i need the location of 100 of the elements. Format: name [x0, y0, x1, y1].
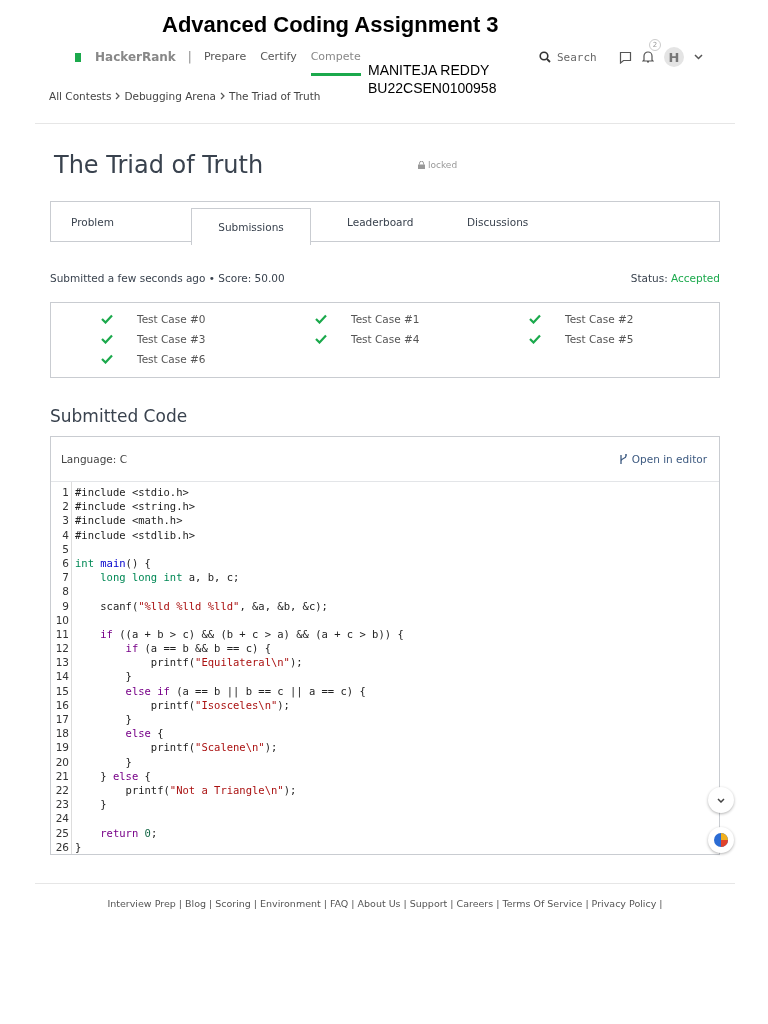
footer-separator: |: [496, 897, 500, 909]
nav-link[interactable]: Certify: [260, 38, 297, 76]
code-line: if ((a + b > c) && (b + c > a) && (a + c > b)) {: [99, 626, 404, 642]
line-number: 17: [55, 712, 70, 727]
language-label: Language: C: [61, 453, 128, 465]
chat-icon[interactable]: [619, 50, 632, 64]
nav-divider: |: [187, 50, 192, 64]
globe-icon: [713, 832, 729, 848]
footer-link[interactable]: Scoring: [215, 897, 251, 909]
test-case-label: Test Case #2: [565, 313, 634, 325]
search-icon: [539, 51, 551, 63]
line-number: 26: [55, 839, 70, 854]
code-line: }: [124, 712, 133, 727]
breadcrumb-link[interactable]: All Contests: [49, 90, 112, 102]
chevron-down-icon[interactable]: [694, 54, 703, 60]
line-number: 12: [55, 641, 70, 656]
code-line: return 0;: [99, 825, 159, 840]
check-icon: [529, 334, 541, 344]
check-icon: [101, 354, 113, 364]
code-line: printf("Not a Triangle\n");: [124, 782, 298, 798]
chevron-right-icon: [115, 92, 121, 100]
code-line: scanf("%lld %lld %lld", &a, &b, &c);: [99, 598, 329, 613]
footer-separator: |: [351, 897, 355, 909]
code-line: #include <stdlib.h>: [75, 527, 197, 542]
footer-link[interactable]: Support: [409, 897, 448, 909]
test-case-label: Test Case #3: [137, 333, 206, 345]
line-number: 15: [55, 683, 70, 698]
line-number: 23: [55, 797, 70, 812]
line-number: 14: [55, 669, 70, 684]
line-number: 5: [62, 541, 70, 556]
footer-separator: |: [209, 897, 213, 909]
line-number: 18: [55, 726, 70, 741]
chevron-down-icon: [717, 797, 725, 803]
document-title: Advanced Coding Assignment 3: [161, 11, 500, 38]
tab[interactable]: Submissions: [191, 208, 311, 245]
code-line: #include <stdio.h>: [75, 485, 190, 500]
breadcrumb-link[interactable]: Debugging Arena: [124, 90, 216, 102]
test-case-label: Test Case #4: [351, 333, 420, 345]
avatar[interactable]: H: [664, 47, 684, 67]
lock-label: locked: [428, 160, 458, 170]
line-number: 8: [62, 584, 70, 599]
scroll-button[interactable]: [708, 787, 734, 813]
check-icon: [101, 334, 113, 344]
nav-link[interactable]: Prepare: [203, 38, 247, 76]
line-number: 20: [55, 754, 70, 769]
code-line: #include <string.h>: [75, 499, 197, 514]
code-line: printf("Equilateral\n");: [149, 655, 304, 670]
line-number: 13: [55, 655, 70, 670]
code-line: else if (a == b || b == c || a == c) {: [124, 683, 367, 698]
section-heading: Submitted Code: [50, 406, 189, 426]
challenge-title: The Triad of Truth: [54, 151, 265, 179]
line-number: 4: [62, 527, 70, 542]
footer-link[interactable]: FAQ: [329, 897, 349, 909]
bell-icon[interactable]: [642, 49, 654, 63]
line-number: 25: [55, 825, 70, 840]
line-number: 19: [55, 740, 70, 755]
footer-link[interactable]: Careers: [456, 897, 494, 909]
footer-link[interactable]: About Us: [357, 897, 401, 909]
check-icon: [101, 314, 113, 324]
chevron-right-icon: [220, 92, 225, 100]
code-line: }: [124, 669, 133, 684]
footer-link[interactable]: Blog: [185, 897, 206, 909]
student-info: BU22CSEN0100958: [368, 79, 497, 97]
footer-link[interactable]: Interview Prep: [107, 897, 176, 909]
student-info: MANITEJA REDDY: [368, 61, 491, 79]
line-number: 22: [55, 782, 70, 798]
test-case-label: Test Case #0: [137, 313, 206, 325]
footer-separator: |: [403, 897, 407, 909]
assistant-button[interactable]: [708, 827, 734, 853]
test-case-label: Test Case #6: [137, 353, 206, 365]
line-number: 21: [55, 768, 70, 783]
footer-separator: |: [450, 897, 454, 909]
line-number: 7: [62, 570, 70, 585]
check-icon: [529, 314, 541, 324]
logo-icon: [75, 52, 81, 62]
nav-link[interactable]: Compete: [310, 38, 361, 76]
line-number: 16: [55, 697, 70, 712]
footer-link[interactable]: Environment: [260, 897, 321, 909]
open-editor-link[interactable]: Open in editor: [618, 453, 707, 465]
code-line: printf("Isosceles\n");: [149, 698, 291, 712]
line-number: 2: [62, 499, 70, 514]
code-line: else {: [124, 726, 165, 741]
footer-link[interactable]: Privacy Policy: [591, 897, 657, 909]
breadcrumb-link[interactable]: The Triad of Truth: [229, 90, 321, 102]
footer-link[interactable]: Terms Of Service: [502, 897, 583, 909]
code-line: if (a == b && b == c) {: [124, 641, 272, 656]
code-line: }: [75, 839, 83, 854]
code-line: #include <math.h>: [75, 513, 184, 528]
code-line: int main() {: [75, 555, 152, 571]
footer-separator: |: [585, 897, 589, 909]
test-case-label: Test Case #5: [565, 333, 634, 345]
status-label: Status: Accepted: [630, 272, 720, 286]
line-number: 24: [55, 811, 70, 826]
test-case-label: Test Case #1: [351, 313, 420, 325]
brand-name[interactable]: HackerRank: [95, 50, 176, 64]
check-icon: [315, 314, 327, 324]
footer-separator: |: [253, 897, 258, 909]
footer-separator: |: [659, 897, 663, 909]
footer-separator: |: [323, 897, 327, 909]
code-line: printf("Scalene\n");: [149, 740, 279, 755]
